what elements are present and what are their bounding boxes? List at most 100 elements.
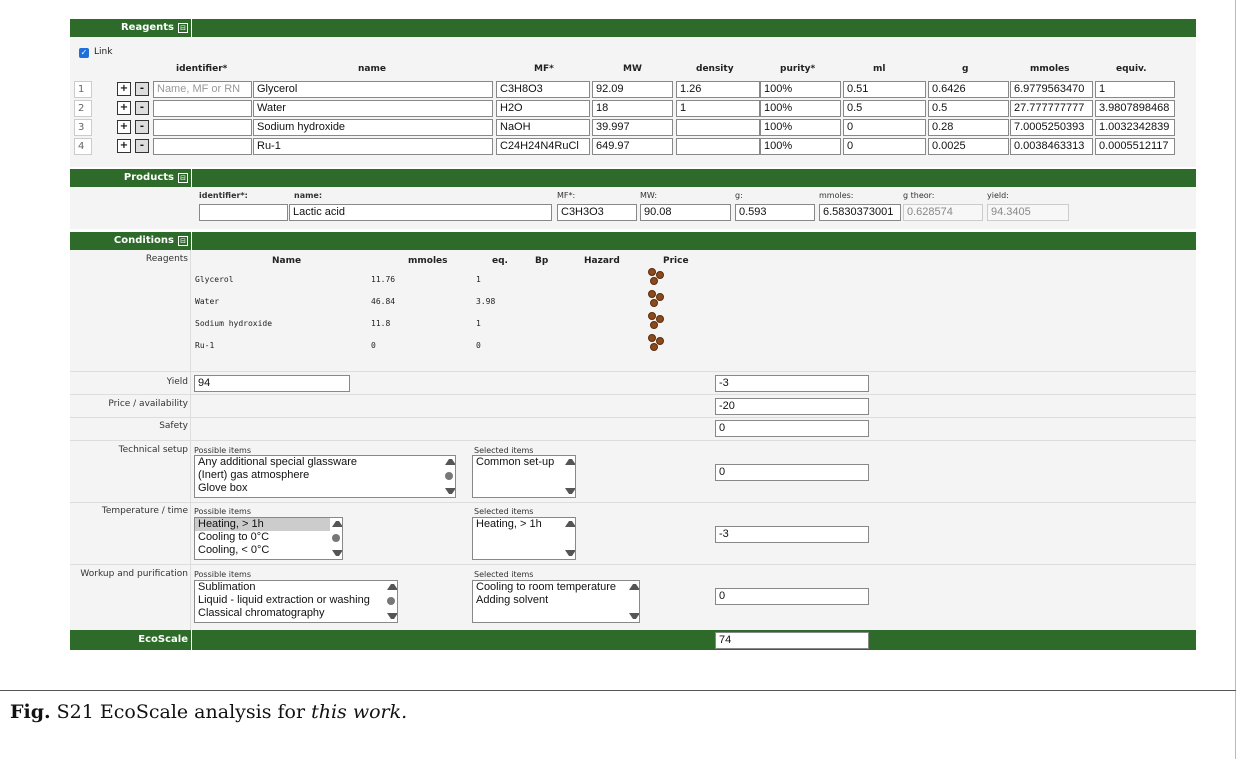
reagent-identifier-input[interactable]: Name, MF or RN — [153, 81, 252, 98]
remove-row-button[interactable]: - — [135, 101, 149, 115]
reagent-purity-input[interactable]: 100% — [760, 138, 841, 155]
list-option[interactable]: Glove box — [195, 482, 455, 495]
reagent-mf-input[interactable]: C24H24N4RuCl — [496, 138, 590, 155]
product-mmoles-input[interactable]: 6.5830373001 — [819, 204, 901, 221]
reagent-density-input[interactable] — [676, 138, 760, 155]
list-option[interactable]: Cooling to room temperature — [473, 581, 639, 594]
list-option[interactable]: Liquid - liquid extraction or washing — [195, 594, 397, 607]
reagent-equiv-input[interactable]: 0.0005512117 — [1095, 138, 1175, 155]
scroll-down-icon[interactable] — [387, 613, 397, 619]
reagent-ml-input[interactable]: 0 — [843, 138, 926, 155]
reagent-equiv-input[interactable]: 1.0032342839 — [1095, 119, 1175, 136]
temperature-score-input[interactable]: -3 — [715, 526, 869, 543]
yield-input[interactable]: 94 — [194, 375, 350, 392]
scroll-up-icon[interactable] — [565, 521, 575, 527]
scroll-thumb[interactable] — [445, 472, 453, 480]
product-identifier-input[interactable] — [199, 204, 288, 221]
reagent-ml-input[interactable]: 0 — [843, 119, 926, 136]
add-row-button[interactable]: + — [117, 120, 131, 134]
ecoscale-score-input[interactable]: 74 — [715, 632, 869, 649]
reagent-equiv-input[interactable]: 1 — [1095, 81, 1175, 98]
scroll-thumb[interactable] — [332, 534, 340, 542]
temperature-selected-list[interactable]: Heating, > 1h — [472, 517, 576, 560]
scrollbar[interactable] — [330, 518, 342, 559]
list-option[interactable]: Heating, > 1h — [473, 518, 575, 531]
reagent-identifier-input[interactable] — [153, 100, 252, 117]
reagent-density-input[interactable] — [676, 119, 760, 136]
scrollbar[interactable] — [563, 518, 575, 559]
reagent-g-input[interactable]: 0.0025 — [928, 138, 1009, 155]
scrollbar[interactable] — [563, 456, 575, 497]
yield-score-input[interactable]: -3 — [715, 375, 869, 392]
link-checkbox[interactable]: ✓ — [79, 48, 89, 58]
scroll-down-icon[interactable] — [565, 550, 575, 556]
list-option[interactable]: Heating, > 1h — [195, 518, 342, 531]
technical-possible-list[interactable]: Any additional special glassware (Inert) … — [194, 455, 456, 498]
price-score-input[interactable]: -20 — [715, 398, 869, 415]
list-option[interactable]: Any additional special glassware — [195, 456, 455, 469]
list-option[interactable]: Sublimation — [195, 581, 397, 594]
list-option[interactable]: Cooling, < 0°C — [195, 544, 342, 557]
reagent-name-input[interactable]: Water — [253, 100, 493, 117]
reagent-g-input[interactable]: 0.28 — [928, 119, 1009, 136]
add-row-button[interactable]: + — [117, 82, 131, 96]
scroll-down-icon[interactable] — [332, 550, 342, 556]
scroll-up-icon[interactable] — [445, 459, 455, 465]
scrollbar[interactable] — [627, 581, 639, 622]
list-option[interactable]: Cooling to 0°C — [195, 531, 342, 544]
scroll-thumb[interactable] — [387, 597, 395, 605]
product-g-input[interactable]: 0.593 — [735, 204, 815, 221]
product-name-input[interactable]: Lactic acid — [289, 204, 552, 221]
scroll-down-icon[interactable] — [445, 488, 455, 494]
scroll-up-icon[interactable] — [629, 584, 639, 590]
scroll-down-icon[interactable] — [565, 488, 575, 494]
reagent-ml-input[interactable]: 0.51 — [843, 81, 926, 98]
reagent-mw-input[interactable]: 92.09 — [592, 81, 673, 98]
temperature-possible-list[interactable]: Heating, > 1h Cooling to 0°C Cooling, < 0°… — [194, 517, 343, 560]
collapse-icon[interactable]: ⊟ — [178, 23, 188, 33]
reagent-mw-input[interactable]: 18 — [592, 100, 673, 117]
scroll-up-icon[interactable] — [565, 459, 575, 465]
reagent-density-input[interactable]: 1.26 — [676, 81, 760, 98]
scrollbar[interactable] — [443, 456, 455, 497]
reagent-mf-input[interactable]: C3H8O3 — [496, 81, 590, 98]
reagent-purity-input[interactable]: 100% — [760, 119, 841, 136]
reagent-mf-input[interactable]: NaOH — [496, 119, 590, 136]
scroll-up-icon[interactable] — [332, 521, 342, 527]
list-option[interactable]: Common set-up — [473, 456, 575, 469]
reagent-mmoles-input[interactable]: 6.9779563470 — [1010, 81, 1093, 98]
scrollbar[interactable] — [385, 581, 397, 622]
reagent-g-input[interactable]: 0.5 — [928, 100, 1009, 117]
collapse-icon[interactable]: ⊟ — [178, 236, 188, 246]
reagent-equiv-input[interactable]: 3.9807898468 — [1095, 100, 1175, 117]
reagent-name-input[interactable]: Glycerol — [253, 81, 493, 98]
list-option[interactable]: (Inert) gas atmosphere — [195, 469, 455, 482]
remove-row-button[interactable]: - — [135, 120, 149, 134]
technical-score-input[interactable]: 0 — [715, 464, 869, 481]
add-row-button[interactable]: + — [117, 139, 131, 153]
remove-row-button[interactable]: - — [135, 82, 149, 96]
reagent-mw-input[interactable]: 649.97 — [592, 138, 673, 155]
reagent-identifier-input[interactable] — [153, 119, 252, 136]
remove-row-button[interactable]: - — [135, 139, 149, 153]
safety-score-input[interactable]: 0 — [715, 420, 869, 437]
reagent-purity-input[interactable]: 100% — [760, 100, 841, 117]
collapse-icon[interactable]: ⊟ — [178, 173, 188, 183]
reagent-mmoles-input[interactable]: 0.0038463313 — [1010, 138, 1093, 155]
reagent-purity-input[interactable]: 100% — [760, 81, 841, 98]
reagent-mmoles-input[interactable]: 27.777777777 — [1010, 100, 1093, 117]
reagent-mf-input[interactable]: H2O — [496, 100, 590, 117]
reagent-g-input[interactable]: 0.6426 — [928, 81, 1009, 98]
reagent-mw-input[interactable]: 39.997 — [592, 119, 673, 136]
reagent-mmoles-input[interactable]: 7.0005250393 — [1010, 119, 1093, 136]
list-option[interactable]: Adding solvent — [473, 594, 639, 607]
add-row-button[interactable]: + — [117, 101, 131, 115]
reagent-identifier-input[interactable] — [153, 138, 252, 155]
workup-possible-list[interactable]: Sublimation Liquid - liquid extraction or… — [194, 580, 398, 623]
workup-selected-list[interactable]: Cooling to room temperature Adding solven… — [472, 580, 640, 623]
technical-selected-list[interactable]: Common set-up — [472, 455, 576, 498]
product-mf-input[interactable]: C3H3O3 — [557, 204, 637, 221]
product-mw-input[interactable]: 90.08 — [640, 204, 731, 221]
reagent-ml-input[interactable]: 0.5 — [843, 100, 926, 117]
reagent-density-input[interactable]: 1 — [676, 100, 760, 117]
